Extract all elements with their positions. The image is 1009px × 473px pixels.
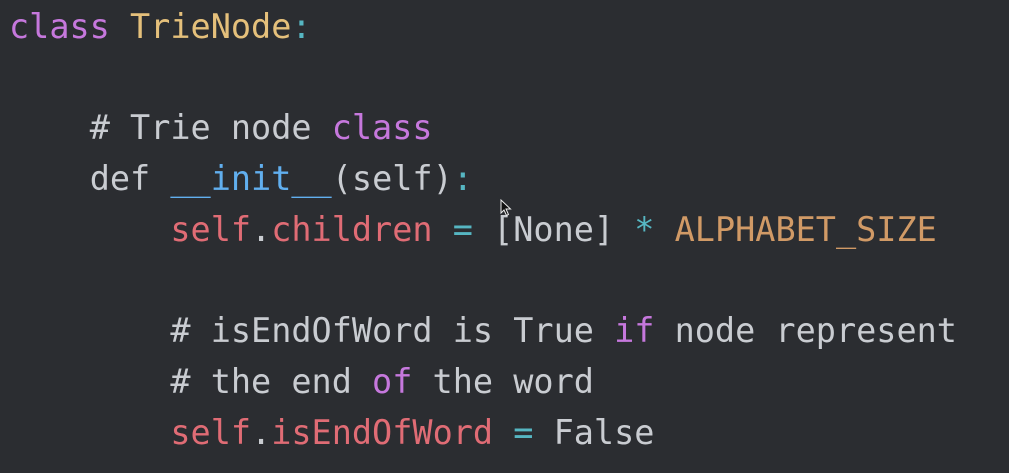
function-name: __init__	[170, 159, 332, 198]
code-line-7: # isEndOfWord is True if node represent	[9, 306, 957, 356]
boolean-value: False	[553, 413, 655, 452]
attribute-name: children	[271, 210, 433, 249]
comment-keyword: class	[331, 108, 433, 147]
keyword-def: def	[89, 159, 151, 198]
mouse-pointer-icon	[500, 199, 512, 217]
code-line-1: class TrieNode:	[9, 2, 312, 52]
dot: .	[251, 413, 272, 452]
code-line-5: self.children = [None] * ALPHABET_SIZE	[9, 205, 937, 255]
code-line-4: def __init__(self):	[9, 154, 473, 204]
assign-operator: =	[452, 210, 473, 249]
colon: :	[452, 159, 473, 198]
self-ref: self	[170, 413, 252, 452]
multiply-operator: *	[634, 210, 655, 249]
comment-text: # Trie node	[89, 108, 332, 147]
constant-name: ALPHABET_SIZE	[674, 210, 937, 249]
class-name: TrieNode	[130, 7, 292, 46]
code-editor[interactable]: class TrieNode: # Trie node class def __…	[0, 0, 1009, 473]
colon: :	[291, 7, 312, 46]
assign-operator: =	[513, 413, 534, 452]
self-ref: self	[170, 210, 252, 249]
comment-text: # isEndOfWord is True	[170, 311, 615, 350]
function-args: (self)	[331, 159, 453, 198]
code-line-8: # the end of the word	[9, 357, 594, 407]
comment-keyword: of	[372, 362, 413, 401]
attribute-name: isEndOfWord	[271, 413, 494, 452]
comment-keyword: if	[614, 311, 655, 350]
code-line-3: # Trie node class	[9, 103, 433, 153]
comment-text: the word	[412, 362, 594, 401]
comment-text: node represent	[654, 311, 957, 350]
code-line-9: self.isEndOfWord = False	[9, 408, 654, 458]
comment-text: # the end	[170, 362, 373, 401]
keyword-class: class	[9, 7, 110, 46]
dot: .	[251, 210, 272, 249]
